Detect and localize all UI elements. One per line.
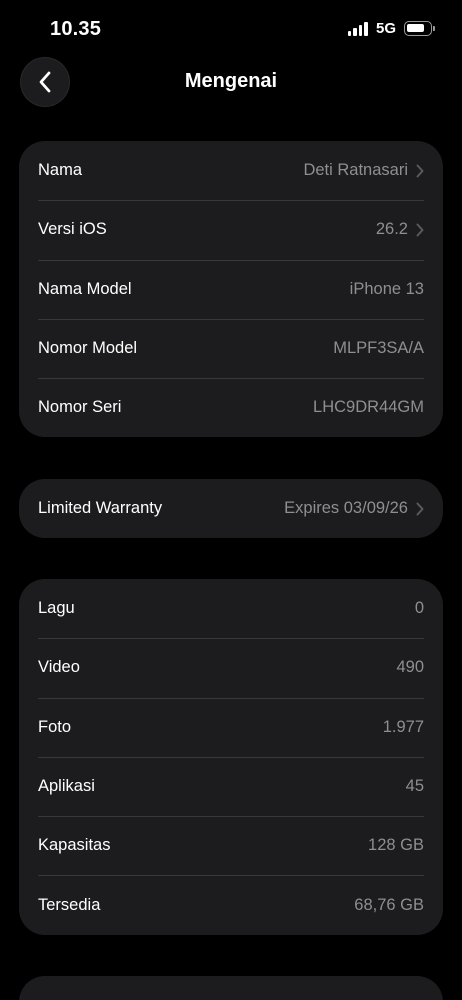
row-value: Expires 03/09/26 — [284, 499, 408, 518]
row-value-container: 490 — [396, 658, 424, 677]
row-value-container: 1.977 — [383, 718, 424, 737]
cellular-signal-icon — [347, 21, 368, 36]
row-value-container: 26.2 — [376, 220, 424, 239]
network-type: 5G — [375, 20, 396, 37]
row-label: Nomor Model — [38, 339, 138, 358]
row-versi-ios[interactable]: Versi iOS 26.2 — [19, 200, 443, 259]
row-value: 0 — [414, 599, 424, 618]
row-label: Foto — [38, 717, 72, 736]
chevron-right-icon — [416, 164, 424, 178]
row-value: 26.2 — [375, 220, 408, 239]
row-tersedia: Tersedia 68,76 GB — [19, 875, 443, 934]
row-video: Video 490 — [19, 638, 443, 697]
row-label: Limited Warranty — [38, 499, 163, 518]
row-value: 45 — [405, 777, 424, 796]
row-value-container: LHC9DR44GM — [313, 398, 424, 417]
row-value: MLPF3SA/A — [333, 339, 424, 358]
row-value-container: 0 — [415, 599, 424, 618]
row-label: Nomor Seri — [38, 398, 122, 417]
chevron-right-icon — [416, 223, 424, 237]
row-limited-warranty[interactable]: Limited Warranty Expires 03/09/26 — [19, 479, 443, 538]
about-screen: 10.35 5G Mengenai Nama Deti Ratnasari Vers… — [0, 0, 462, 1000]
usage-stats-group: Lagu 0 Video 490 Foto 1.977 Aplikasi 45 Kapasita… — [19, 579, 443, 935]
row-label: Versi iOS — [38, 220, 107, 239]
row-label: Tersedia — [38, 895, 101, 914]
row-label: Video — [38, 658, 80, 677]
chevron-right-icon — [416, 502, 424, 516]
row-label: Nama Model — [38, 279, 132, 298]
row-label: Nama — [38, 161, 83, 180]
row-label: Lagu — [38, 599, 75, 618]
row-value-container: iPhone 13 — [350, 280, 424, 299]
status-indicators: 5G — [347, 20, 435, 37]
row-value: iPhone 13 — [349, 279, 424, 298]
row-value: 68,76 GB — [354, 895, 424, 914]
network-info-group — [19, 976, 443, 1000]
battery-level — [407, 24, 424, 32]
row-value-container: 45 — [406, 777, 424, 796]
row-nomor-model: Nomor Model MLPF3SA/A — [19, 318, 443, 378]
row-label: Kapasitas — [38, 836, 111, 855]
row-kapasitas: Kapasitas 128 GB — [19, 816, 443, 875]
device-info-group: Nama Deti Ratnasari Versi iOS 26.2 Nama Mode… — [19, 141, 443, 438]
row-label: Aplikasi — [38, 777, 95, 796]
row-value-container: 68,76 GB — [354, 896, 424, 915]
row-value-container: Expires 03/09/26 — [284, 499, 424, 518]
status-bar: 10.35 5G — [0, 0, 462, 62]
row-value: 490 — [396, 658, 424, 677]
row-value: LHC9DR44GM — [313, 398, 424, 417]
row-nama[interactable]: Nama Deti Ratnasari — [19, 141, 443, 200]
row-lagu: Lagu 0 — [19, 579, 443, 638]
row-value: Deti Ratnasari — [303, 161, 408, 180]
row-value: 128 GB — [368, 836, 424, 855]
row-value-container: 128 GB — [368, 836, 424, 855]
page-title: Mengenai — [184, 70, 278, 92]
row-aplikasi: Aplikasi 45 — [19, 756, 443, 816]
status-time: 10.35 — [50, 18, 102, 40]
row-nomor-seri: Nomor Seri LHC9DR44GM — [19, 378, 443, 437]
row-value-container: Deti Ratnasari — [303, 161, 424, 180]
row-nama-model: Nama Model iPhone 13 — [19, 259, 443, 319]
row-value-container: MLPF3SA/A — [333, 339, 424, 358]
warranty-group: Limited Warranty Expires 03/09/26 — [19, 479, 443, 539]
row-value: 1.977 — [382, 717, 424, 736]
battery-icon — [404, 21, 435, 36]
row-foto: Foto 1.977 — [19, 697, 443, 757]
